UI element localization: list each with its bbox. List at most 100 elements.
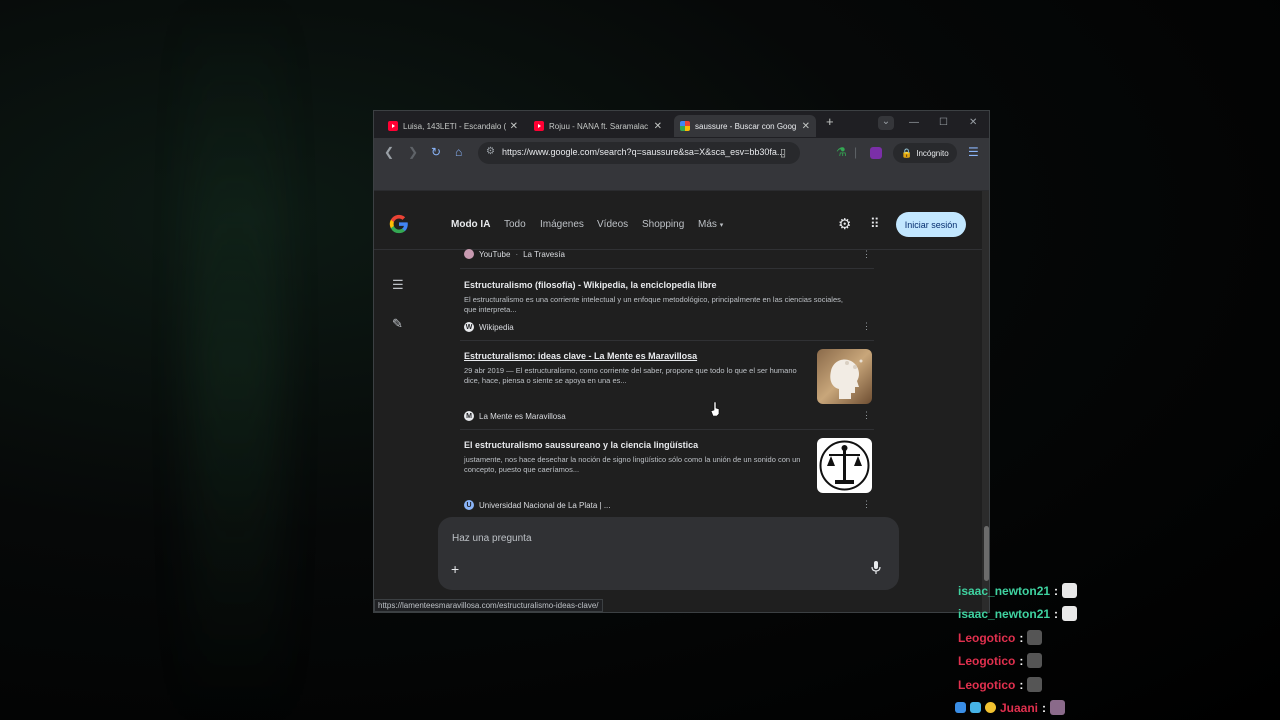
chat-username: isaac_newton21: [958, 583, 1051, 598]
browser-toolbar: ❮ ❯ ↻ ⌂ ⚙ https://www.google.com/search?…: [374, 138, 989, 168]
result-thumbnail[interactable]: [817, 438, 872, 493]
toolbar-separator: |: [854, 145, 858, 159]
caret-down-icon: ▾: [719, 222, 724, 229]
background-glow: [190, 0, 280, 720]
incognito-label: Incógnito: [916, 148, 949, 158]
result-thumbnail[interactable]: [817, 349, 872, 404]
close-tab-icon[interactable]: ✕: [802, 121, 810, 132]
address-bar[interactable]: ⚙ https://www.google.com/search?q=saussu…: [478, 142, 800, 164]
emote-icon: [1027, 653, 1043, 668]
url-text: https://www.google.com/search?q=saussure…: [502, 147, 785, 157]
chat-separator: :: [1019, 630, 1024, 645]
channel-avatar-icon: [464, 249, 474, 259]
emote-icon: [1027, 677, 1043, 692]
tab-todo[interactable]: Todo: [504, 219, 526, 230]
extension-icon[interactable]: [870, 147, 882, 159]
tab-modo-ia[interactable]: Modo IA: [451, 219, 490, 230]
divider: [460, 268, 874, 269]
divider: [460, 340, 874, 341]
scrollbar-thumb[interactable]: [984, 526, 989, 581]
result-snippet: justamente, nos hace desechar la noción …: [464, 455, 801, 474]
more-options-icon[interactable]: ⋮: [862, 249, 871, 260]
chat-separator: :: [1019, 653, 1024, 668]
bookmark-icon[interactable]: ▯: [780, 146, 786, 159]
chat-separator: :: [1019, 677, 1024, 692]
new-chat-edit-icon[interactable]: ✎: [392, 316, 403, 332]
chat-message: Leogotico :: [958, 630, 1043, 645]
reload-icon[interactable]: ↻: [431, 145, 441, 159]
tab-title: saussure - Buscar con Goog: [695, 121, 797, 131]
youtube-icon: [534, 121, 544, 131]
settings-gear-icon[interactable]: ⚙: [838, 215, 851, 233]
emote-icon: [1050, 700, 1066, 715]
head-silhouette-icon: [830, 359, 863, 399]
more-options-icon[interactable]: ⋮: [862, 499, 871, 510]
google-results-page: Modo IA Todo Imágenes Vídeos Shopping Má…: [374, 191, 982, 612]
incognito-badge[interactable]: 🔒 Incógnito: [893, 143, 957, 163]
chat-username: isaac_newton21: [958, 606, 1051, 621]
incognito-icon: 🔒: [901, 147, 913, 158]
forward-icon[interactable]: ❯: [408, 145, 418, 159]
home-icon[interactable]: ⌂: [455, 145, 462, 159]
badge-icon: [955, 702, 966, 713]
tab-mas[interactable]: Más ▾: [698, 219, 723, 230]
page-scrollbar[interactable]: [982, 191, 989, 612]
chat-message: Juaani :: [955, 700, 1066, 715]
chat-message: isaac_newton21 :: [958, 583, 1078, 598]
tab-imagenes[interactable]: Imágenes: [540, 219, 584, 230]
back-icon[interactable]: ❮: [384, 145, 394, 159]
result-source[interactable]: W Wikipedia: [464, 322, 514, 332]
new-tab-button[interactable]: +: [826, 114, 834, 129]
microphone-icon[interactable]: [871, 561, 881, 575]
minimize-button[interactable]: —: [909, 117, 919, 128]
history-list-icon[interactable]: ☰: [392, 277, 404, 293]
tab-rojuu[interactable]: Rojuu - NANA ft. Saramalac ✕: [528, 115, 668, 137]
tab-mas-label: Más: [698, 219, 717, 230]
emote-icon: [1027, 630, 1043, 645]
close-tab-icon[interactable]: ✕: [510, 121, 518, 132]
result-source[interactable]: M La Mente es Maravillosa: [464, 411, 566, 421]
labs-flask-icon[interactable]: ⚗: [836, 145, 847, 159]
menu-icon[interactable]: ☰: [968, 145, 979, 159]
chat-message: isaac_newton21 :: [958, 606, 1078, 621]
chat-username: Leogotico: [958, 630, 1016, 645]
tab-shopping[interactable]: Shopping: [642, 219, 684, 230]
source-name: Universidad Nacional de La Plata | ...: [479, 500, 611, 510]
apps-grid-icon[interactable]: ⠿: [870, 216, 879, 232]
chat-separator: :: [1042, 700, 1047, 715]
divider: [460, 429, 874, 430]
result-title[interactable]: Estructuralismo (filosofía) - Wikipedia,…: [464, 280, 716, 290]
google-header: Modo IA Todo Imágenes Vídeos Shopping Má…: [374, 191, 982, 250]
chat-separator: :: [1054, 583, 1059, 598]
tab-luisa[interactable]: Luisa, 143LETI - Escandalo (V ✕: [382, 115, 524, 137]
result-title[interactable]: El estructuralismo saussureano y la cien…: [464, 440, 698, 450]
tab-google-search[interactable]: saussure - Buscar con Goog ✕: [674, 115, 816, 137]
ask-input[interactable]: Haz una pregunta: [452, 533, 532, 544]
close-tab-icon[interactable]: ✕: [654, 121, 662, 132]
result-snippet: El estructuralismo es una corriente inte…: [464, 295, 843, 314]
tab-search-button[interactable]: ⌄: [878, 116, 894, 130]
more-options-icon[interactable]: ⋮: [862, 410, 871, 421]
close-window-button[interactable]: ✕: [969, 117, 977, 128]
tab-title: Rojuu - NANA ft. Saramalac: [549, 121, 649, 131]
site-info-icon[interactable]: ⚙: [486, 146, 495, 157]
more-options-icon[interactable]: ⋮: [862, 321, 871, 332]
google-logo-icon[interactable]: [388, 213, 410, 235]
chat-username: Leogotico: [958, 653, 1016, 668]
maximize-button[interactable]: ☐: [939, 117, 948, 128]
tab-videos[interactable]: Vídeos: [597, 219, 628, 230]
badge-icon: [970, 702, 981, 713]
dot-separator: ·: [515, 249, 519, 259]
chat-separator: :: [1054, 606, 1059, 621]
signin-button[interactable]: Iniciar sesión: [896, 212, 966, 237]
youtube-source-row[interactable]: YouTube · La Travesía: [464, 249, 565, 259]
result-source[interactable]: U Universidad Nacional de La Plata | ...: [464, 500, 610, 510]
emote-icon: [1062, 583, 1078, 598]
justice-scales-icon: [819, 440, 870, 491]
source-site: YouTube: [479, 249, 511, 259]
add-attachment-icon[interactable]: +: [451, 561, 459, 577]
site-favicon: M: [464, 411, 474, 421]
result-title[interactable]: Estructuralismo: ideas clave - La Mente …: [464, 351, 697, 361]
ask-box[interactable]: Haz una pregunta +: [438, 517, 899, 590]
hand-cursor-icon: [711, 402, 720, 416]
